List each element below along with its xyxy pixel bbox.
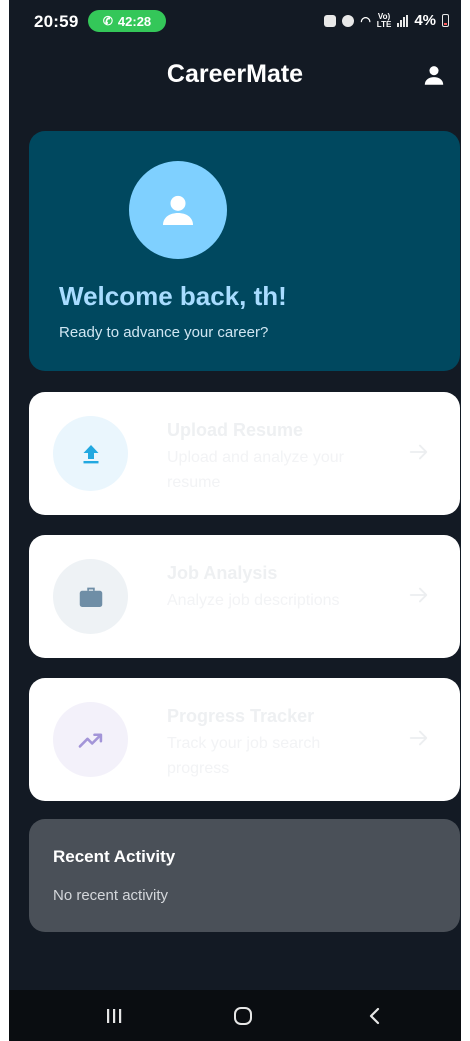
person-icon [163, 195, 193, 225]
arrow-right-icon [409, 444, 428, 460]
screen: 20:59 ✆ 42:28 ◠ Vo) LTE 4% CareerMate We… [0, 0, 470, 1041]
status-icons: ◠ Vo) LTE 4% [324, 12, 449, 29]
card-title: Progress Tracker [167, 706, 315, 726]
upload-icon [83, 444, 98, 463]
app-bar: CareerMate [9, 44, 461, 104]
arrow-right-icon [409, 730, 428, 746]
upload-icon-circle [53, 416, 128, 491]
volte-icon: Vo) LTE [376, 12, 392, 29]
alarm-icon [342, 14, 355, 27]
arrow-right-icon [409, 587, 428, 603]
phone-screen: 20:59 ✆ 42:28 ◠ Vo) LTE 4% CareerMate We… [9, 0, 461, 1041]
welcome-title: Welcome back, th! [59, 281, 287, 311]
card-title: Job Analysis [167, 563, 278, 583]
progress-tracker-card[interactable]: Progress Tracker Track your job search p… [29, 678, 460, 801]
recents-icon [107, 1008, 122, 1023]
person-icon [424, 66, 444, 85]
home-button[interactable] [213, 990, 273, 1041]
job-analysis-card[interactable]: Job Analysis Analyze job descriptions [29, 535, 460, 658]
signal-icon [397, 14, 409, 27]
welcome-card: Welcome back, th! Ready to advance your … [29, 131, 460, 371]
battery-icon [442, 14, 449, 27]
wifi-icon: ◠ [360, 13, 371, 28]
home-icon [234, 1006, 252, 1025]
back-button[interactable] [345, 990, 405, 1041]
phone-icon: ✆ [102, 14, 113, 28]
recent-activity-card: Recent Activity No recent activity [29, 819, 460, 932]
call-timer-pill[interactable]: ✆ 42:28 [88, 10, 166, 32]
recent-activity-title: Recent Activity [53, 847, 176, 866]
avatar [129, 161, 227, 259]
card-description: Track your job search progress [167, 735, 321, 777]
network-sub: LTE [376, 19, 392, 29]
status-bar: 20:59 ✆ 42:28 ◠ Vo) LTE 4% [9, 0, 461, 44]
upload-resume-card[interactable]: Upload Resume Upload and analyze your re… [29, 392, 460, 515]
trending-up-icon-circle [53, 702, 128, 777]
welcome-subtitle: Ready to advance your career? [59, 324, 269, 341]
trending-up-icon [78, 732, 102, 748]
briefcase-icon-circle [53, 559, 128, 634]
recents-button[interactable] [84, 990, 144, 1041]
card-description: Upload and analyze your resume [167, 449, 345, 491]
status-time: 20:59 [34, 12, 79, 31]
app-title: CareerMate [166, 60, 304, 88]
briefcase-icon [79, 587, 102, 607]
call-timer: 42:28 [117, 13, 152, 29]
card-title: Upload Resume [167, 420, 304, 440]
back-icon [369, 1007, 380, 1024]
recent-activity-empty: No recent activity [53, 887, 169, 904]
battery-percent: 4% [414, 12, 436, 29]
card-description: Analyze job descriptions [167, 592, 340, 609]
profile-button[interactable] [421, 62, 447, 88]
system-nav-bar [9, 990, 461, 1041]
lock-icon [324, 14, 337, 27]
